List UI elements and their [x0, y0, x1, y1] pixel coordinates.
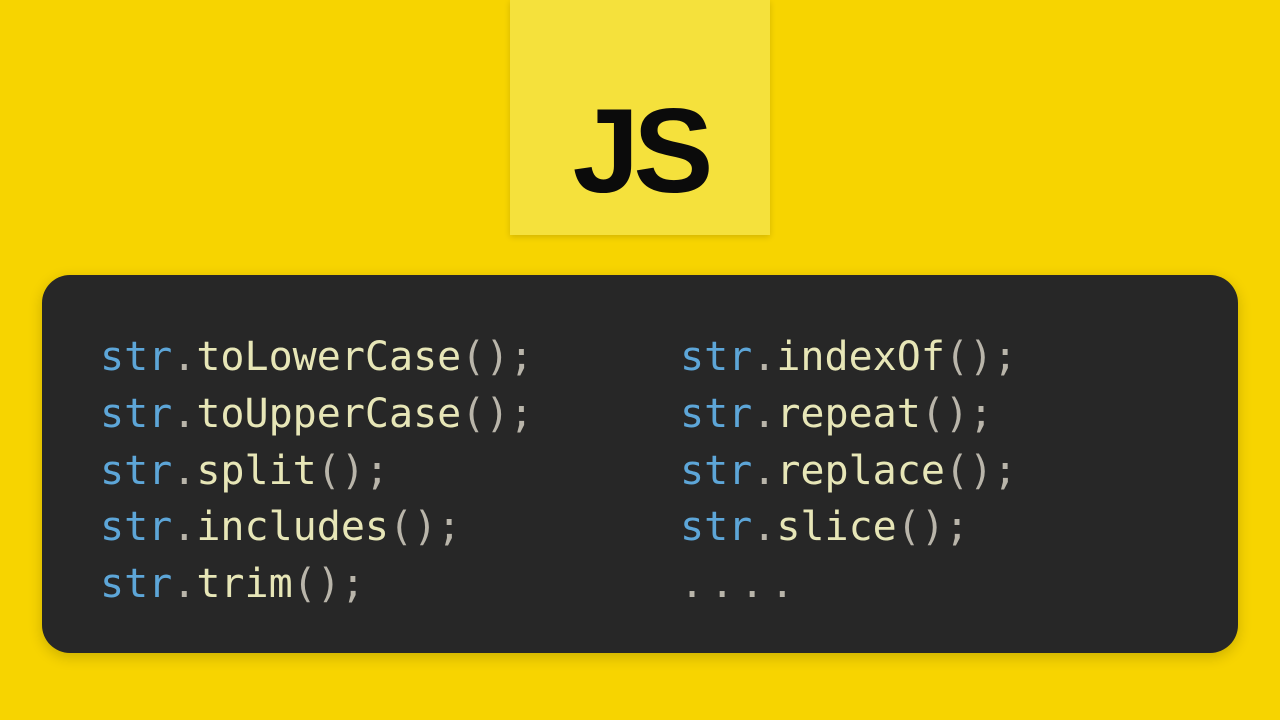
- token-semicolon: ;: [993, 448, 1017, 494]
- token-parens: (): [461, 391, 509, 437]
- token-object: str: [680, 334, 752, 380]
- token-object: str: [100, 561, 172, 607]
- code-line: str.slice();: [680, 499, 1180, 556]
- token-parens: (): [317, 448, 365, 494]
- token-object: str: [100, 448, 172, 494]
- token-method: indexOf: [776, 334, 945, 380]
- code-line: str.trim();: [100, 556, 600, 613]
- token-semicolon: ;: [509, 334, 533, 380]
- token-object: str: [100, 391, 172, 437]
- token-parens: (): [945, 448, 993, 494]
- code-line: str.indexOf();: [680, 329, 1180, 386]
- token-object: str: [100, 504, 172, 550]
- token-semicolon: ;: [945, 504, 969, 550]
- code-column-right: str.indexOf(); str.repeat(); str.replace…: [680, 329, 1180, 613]
- code-line: str.repeat();: [680, 386, 1180, 443]
- token-dot: .: [172, 561, 196, 607]
- code-line: str.replace();: [680, 443, 1180, 500]
- token-parens: (): [293, 561, 341, 607]
- token-dot: .: [172, 448, 196, 494]
- token-parens: (): [921, 391, 969, 437]
- token-semicolon: ;: [509, 391, 533, 437]
- token-object: str: [680, 391, 752, 437]
- token-object: str: [680, 504, 752, 550]
- code-line: str.toLowerCase();: [100, 329, 600, 386]
- token-parens: (): [897, 504, 945, 550]
- token-parens: (): [945, 334, 993, 380]
- token-ellipsis: ....: [680, 561, 800, 607]
- token-dot: .: [172, 334, 196, 380]
- token-method: trim: [196, 561, 292, 607]
- token-method: slice: [776, 504, 896, 550]
- code-line: str.toUpperCase();: [100, 386, 600, 443]
- token-method: replace: [776, 448, 945, 494]
- token-method: includes: [196, 504, 389, 550]
- code-box: str.toLowerCase(); str.toUpperCase(); st…: [42, 275, 1238, 653]
- js-logo: JS: [510, 0, 770, 235]
- token-dot: .: [752, 448, 776, 494]
- token-method: toLowerCase: [196, 334, 461, 380]
- code-line: str.includes();: [100, 499, 600, 556]
- token-method: toUpperCase: [196, 391, 461, 437]
- token-semicolon: ;: [365, 448, 389, 494]
- token-method: repeat: [776, 391, 921, 437]
- js-logo-text: JS: [573, 91, 708, 211]
- token-dot: .: [172, 391, 196, 437]
- code-line-ellipsis: ....: [680, 556, 1180, 613]
- code-line: str.split();: [100, 443, 600, 500]
- token-semicolon: ;: [993, 334, 1017, 380]
- code-column-left: str.toLowerCase(); str.toUpperCase(); st…: [100, 329, 600, 613]
- token-dot: .: [752, 334, 776, 380]
- token-object: str: [100, 334, 172, 380]
- token-semicolon: ;: [437, 504, 461, 550]
- token-semicolon: ;: [341, 561, 365, 607]
- token-parens: (): [461, 334, 509, 380]
- token-semicolon: ;: [969, 391, 993, 437]
- token-parens: (): [389, 504, 437, 550]
- token-dot: .: [172, 504, 196, 550]
- token-dot: .: [752, 391, 776, 437]
- token-object: str: [680, 448, 752, 494]
- token-dot: .: [752, 504, 776, 550]
- token-method: split: [196, 448, 316, 494]
